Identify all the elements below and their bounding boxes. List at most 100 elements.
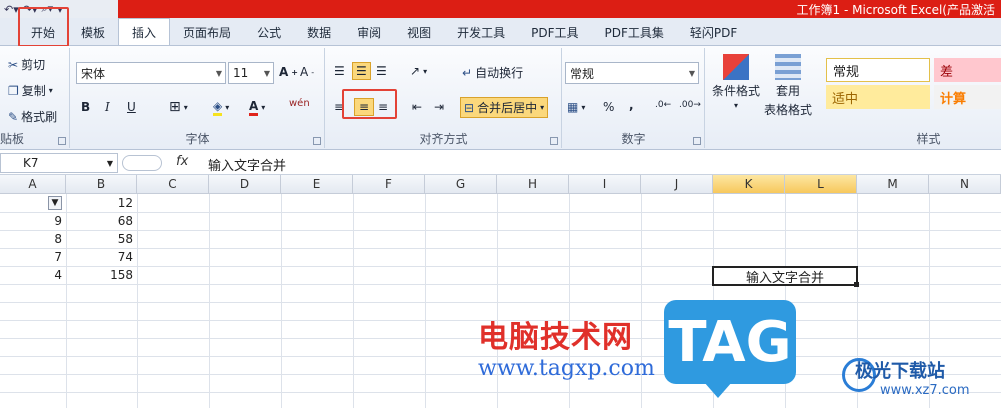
column-header-c[interactable]: C [137, 175, 209, 194]
tab-light-pdf[interactable]: 轻闪PDF [677, 19, 750, 45]
undo-icon[interactable]: ↶▾ [4, 3, 19, 16]
align-bottom-icon: ☰ [376, 64, 387, 78]
cell-a4[interactable]: 8 [0, 230, 66, 248]
column-header-l[interactable]: L [785, 175, 857, 194]
style-normal[interactable]: 常规 [826, 58, 930, 82]
alignment-launcher-icon[interactable] [550, 137, 558, 145]
style-bad[interactable]: 差 [934, 58, 1001, 82]
font-size-select[interactable]: 11 ▼ [228, 62, 274, 84]
column-header-a[interactable]: A [0, 175, 66, 194]
border-button[interactable]: ⊞ ▾ [169, 99, 188, 115]
number-format-select[interactable]: 常规 ▼ [565, 62, 699, 84]
formula-input[interactable]: 输入文字合并 [208, 155, 286, 174]
column-header-e[interactable]: E [281, 175, 353, 194]
tab-view[interactable]: 视图 [394, 19, 444, 45]
name-box[interactable]: K7 ▼ [0, 153, 118, 173]
shrink-font-button[interactable]: A- [300, 65, 314, 79]
fx-icon[interactable]: fx [176, 154, 188, 169]
fill-color-button[interactable]: ◈ ▾ [213, 99, 229, 116]
style-calculation[interactable]: 计算 [934, 85, 1001, 109]
merge-icon: ⊟ [464, 100, 475, 115]
cut-button[interactable]: ✂ 剪切 [8, 56, 45, 73]
home-tab-highlight [18, 7, 69, 47]
tab-data[interactable]: 数据 [294, 19, 344, 45]
column-header-n[interactable]: N [929, 175, 1001, 194]
column-header-b[interactable]: B [66, 175, 137, 194]
phonetic-icon: wén [289, 98, 310, 109]
decrease-indent-button[interactable]: ⇤ [412, 100, 422, 114]
cell-a5[interactable]: 7 [0, 248, 66, 266]
merge-center-button[interactable]: ⊟ 合并后居中 ▾ [460, 97, 549, 118]
orientation-icon: ↗ [410, 64, 421, 78]
cell-b3[interactable]: 68 [66, 212, 137, 230]
formula-resize-handle[interactable] [122, 155, 162, 171]
increase-indent-button[interactable]: ⇥ [434, 100, 444, 114]
formula-bar: K7 ▼ fx 输入文字合并 [0, 151, 1001, 175]
column-header-j[interactable]: J [641, 175, 713, 194]
percent-button[interactable]: % [603, 100, 614, 114]
font-color-button[interactable]: A ▾ [249, 99, 265, 116]
column-header-g[interactable]: G [425, 175, 497, 194]
format-as-table-button[interactable]: 套用 表格格式 [764, 54, 812, 118]
align-bottom-button[interactable]: ☰ [376, 64, 387, 78]
tab-formulas[interactable]: 公式 [244, 19, 294, 45]
font-label: 字体 [185, 132, 210, 146]
format-painter-button[interactable]: ✎ 格式刷 [8, 108, 57, 125]
filter-icon[interactable]: ▼ [48, 196, 62, 210]
chevron-down-icon: ▼ [263, 68, 270, 78]
merged-cell-k7[interactable]: 输入文字合并 [712, 266, 858, 286]
orientation-button[interactable]: ↗ ▾ [410, 64, 427, 78]
watermark-cn: 电脑技术网 [478, 320, 633, 355]
cell-b4[interactable]: 58 [66, 230, 137, 248]
column-header-i[interactable]: I [569, 175, 641, 194]
clipboard-launcher-icon[interactable] [58, 137, 66, 145]
tab-page-layout[interactable]: 页面布局 [170, 19, 244, 45]
grow-font-button[interactable]: A + [279, 65, 298, 79]
column-header-m[interactable]: M [857, 175, 929, 194]
style-neutral[interactable]: 适中 [826, 85, 930, 109]
styles-label: 样式 [916, 132, 941, 146]
tab-review[interactable]: 审阅 [344, 19, 394, 45]
cell-b5[interactable]: 74 [66, 248, 137, 266]
cell-a6[interactable]: 4 [0, 266, 66, 284]
tab-template[interactable]: 模板 [68, 19, 118, 45]
copy-button[interactable]: ❐ 复制 ▾ [8, 82, 53, 99]
currency-button[interactable]: ▦ ▾ [567, 100, 585, 114]
wrap-text-icon: ↵ [462, 65, 473, 80]
column-header-d[interactable]: D [209, 175, 281, 194]
indent-icon: ⇥ [434, 100, 445, 114]
outdent-icon: ⇤ [412, 100, 423, 114]
clipboard-group: ✂ 剪切 ❐ 复制 ▾ ✎ 格式刷 贴板 [0, 48, 70, 148]
tab-pdf-tools[interactable]: PDF工具 [518, 19, 591, 45]
align-middle-button[interactable]: ☰ [352, 62, 371, 80]
increase-decimal-button[interactable]: .0← [655, 100, 671, 110]
conditional-format-button[interactable]: 条件格式 ▾ [712, 54, 760, 110]
tab-developer[interactable]: 开发工具 [444, 19, 518, 45]
column-header-k[interactable]: K [713, 175, 785, 194]
cell-b2[interactable]: 12 [66, 194, 137, 212]
wrap-text-button[interactable]: ↵ 自动换行 [462, 64, 523, 81]
tab-pdf-toolset[interactable]: PDF工具集 [592, 19, 677, 45]
phonetic-button[interactable]: wén [289, 98, 310, 109]
cell-a3[interactable]: 9 [0, 212, 66, 230]
scissors-icon: ✂ [8, 57, 19, 72]
paint-bucket-icon: ◈ [213, 99, 223, 116]
chevron-down-icon: ▼ [688, 68, 695, 78]
decrease-decimal-button[interactable]: .00→ [679, 100, 701, 110]
cell-b6[interactable]: 158 [66, 266, 137, 284]
font-name-select[interactable]: 宋体 ▼ [76, 62, 226, 84]
chevron-down-icon: ▼ [215, 68, 222, 78]
number-group: 常规 ▼ ▦ ▾ % , .0← .00→ 数字 [563, 48, 705, 148]
font-launcher-icon[interactable] [313, 137, 321, 145]
italic-button[interactable]: I [105, 100, 110, 114]
align-top-button[interactable]: ☰ [334, 64, 345, 78]
bold-button[interactable]: B [81, 100, 90, 114]
comma-button[interactable]: , [629, 98, 634, 112]
tab-insert[interactable]: 插入 [118, 18, 171, 45]
number-launcher-icon[interactable] [693, 137, 701, 145]
column-header-f[interactable]: F [353, 175, 425, 194]
currency-icon: ▦ [567, 100, 579, 114]
fill-handle[interactable] [854, 282, 859, 287]
column-header-h[interactable]: H [497, 175, 569, 194]
underline-button[interactable]: U [127, 100, 136, 114]
